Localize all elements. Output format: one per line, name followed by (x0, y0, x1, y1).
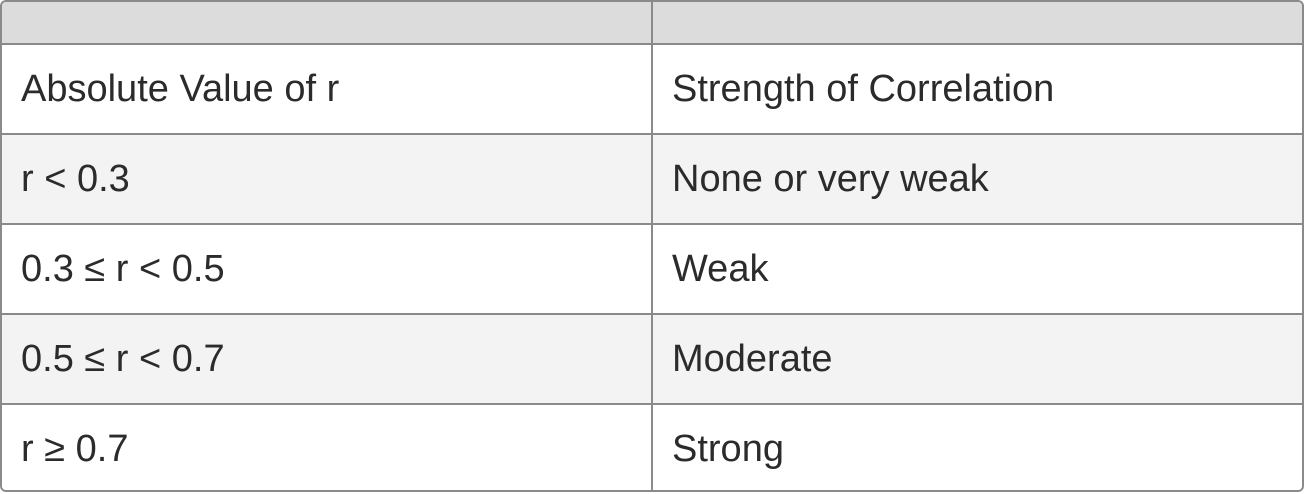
header-row (2, 2, 1302, 45)
table-row: 0.3 ≤ r < 0.5 Weak (2, 224, 1302, 315)
cell-strength: Strong (652, 404, 1302, 490)
header-cell-1 (2, 2, 653, 45)
correlation-strength-table: Absolute Value of r Strength of Correlat… (2, 2, 1302, 490)
cell-strength: None or very weak (652, 134, 1302, 225)
header-cell-2 (652, 2, 1302, 45)
cell-range: r < 0.3 (2, 134, 653, 225)
table-row: r < 0.3 None or very weak (2, 134, 1302, 225)
table-row: 0.5 ≤ r < 0.7 Moderate (2, 314, 1302, 405)
table-row: Absolute Value of r Strength of Correlat… (2, 44, 1302, 135)
table-body: Absolute Value of r Strength of Correlat… (2, 44, 1302, 490)
cell-range: r ≥ 0.7 (2, 404, 653, 490)
correlation-table-container: Absolute Value of r Strength of Correlat… (0, 0, 1304, 492)
table-header (2, 2, 1302, 45)
cell-strength-label: Strength of Correlation (652, 44, 1302, 135)
cell-strength: Weak (652, 224, 1302, 315)
cell-range: 0.5 ≤ r < 0.7 (2, 314, 653, 405)
cell-strength: Moderate (652, 314, 1302, 405)
table-row: r ≥ 0.7 Strong (2, 404, 1302, 490)
cell-abs-r-label: Absolute Value of r (2, 44, 653, 135)
cell-range: 0.3 ≤ r < 0.5 (2, 224, 653, 315)
